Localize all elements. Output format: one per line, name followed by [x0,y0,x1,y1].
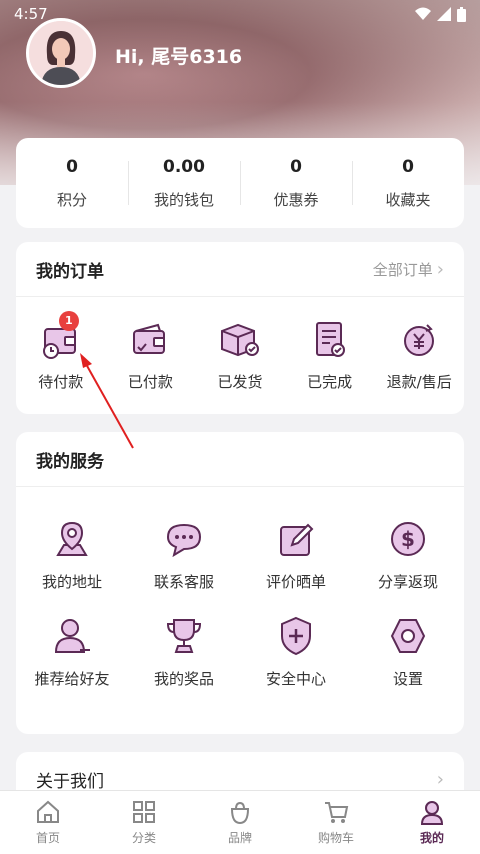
tab-mine[interactable]: 我的 [384,791,480,854]
service-settings[interactable]: 设置 [352,614,464,689]
service-security-center[interactable]: 安全中心 [240,614,352,689]
my-orders-card: 我的订单 全部订单 › 1 待付款 已付款 已发货 已完成 退款/售后 [16,242,464,414]
order-status-label: 已完成 [307,373,353,391]
stat-favorites[interactable]: 0 收藏夹 [352,157,464,210]
orders-header: 我的订单 全部订单 › [16,242,464,297]
all-orders-link[interactable]: 全部订单 › [373,259,444,280]
refund-yen-icon [397,317,441,361]
pending-count-badge: 1 [58,311,79,331]
stat-value: 0 [402,156,414,177]
avatar-illustration [29,21,93,85]
tab-brand[interactable]: 品牌 [192,791,288,854]
order-paid[interactable]: 已付款 [106,317,196,392]
avatar[interactable] [26,18,96,88]
tab-label: 购物车 [317,831,354,845]
cart-icon [325,802,349,823]
service-label: 联系客服 [153,573,214,591]
order-status-label: 已发货 [217,373,263,391]
services-row-1: 我的地址 联系客服 评价晒单 $ 分享返现 [16,487,464,592]
shipped-box-icon [218,317,262,361]
battery-icon [457,6,466,22]
edit-review-icon [274,517,318,561]
account-stats-card: 0 积分 0.00 我的钱包 0 优惠券 0 收藏夹 [16,138,464,228]
order-status-label: 待付款 [38,373,84,391]
stat-value: 0.00 [163,156,205,177]
signal-icon [437,7,451,21]
service-customer-support[interactable]: 联系客服 [128,517,240,592]
user-refer-icon [50,614,94,658]
stat-wallet[interactable]: 0.00 我的钱包 [128,157,240,210]
stat-points[interactable]: 0 积分 [16,157,128,210]
order-status-label: 已付款 [127,373,173,391]
shield-plus-icon [274,614,318,658]
tab-cart[interactable]: 购物车 [288,791,384,854]
service-my-address[interactable]: 我的地址 [16,517,128,592]
tab-label: 分类 [131,831,156,845]
service-share-cashback[interactable]: $ 分享返现 [352,517,464,592]
stat-value: 0 [66,156,78,177]
service-refer-friend[interactable]: 推荐给好友 [16,614,128,689]
order-status-label: 退款/售后 [386,373,452,391]
orders-title: 我的订单 [36,261,104,282]
dollar-coin-icon: $ [386,517,430,561]
stat-label: 我的钱包 [153,190,214,209]
order-pending-payment[interactable]: 1 待付款 [16,311,106,392]
category-grid-icon [133,801,155,823]
services-header: 我的服务 [16,432,464,487]
order-refund-aftersale[interactable]: 退款/售后 [374,317,464,392]
status-time: 4:57 [14,5,48,23]
order-status-row: 1 待付款 已付款 已发货 已完成 退款/售后 [16,297,464,392]
home-icon [37,800,59,823]
stat-coupons[interactable]: 0 优惠券 [240,157,352,210]
tab-label: 我的 [419,831,444,845]
svg-text:$: $ [401,527,415,551]
service-label: 设置 [392,670,423,688]
tab-category[interactable]: 分类 [96,791,192,854]
tab-label: 首页 [35,831,60,845]
tab-home[interactable]: 首页 [0,791,96,854]
chevron-right-icon: › [436,258,444,280]
service-label: 我的奖品 [153,670,214,688]
service-label: 分享返现 [377,573,438,591]
service-label: 安全中心 [265,670,326,688]
order-shipped[interactable]: 已发货 [195,317,285,392]
stat-value: 0 [290,156,302,177]
user-profile-icon [420,801,444,825]
chevron-right-icon: › [436,769,444,790]
order-completed[interactable]: 已完成 [285,317,375,392]
trophy-icon [162,614,206,658]
pending-payment-icon: 1 [39,311,83,361]
wifi-icon [415,7,431,20]
paid-wallet-icon [128,317,172,361]
services-row-2: 推荐给好友 我的奖品 安全中心 设置 [16,592,464,689]
location-pin-icon [50,517,94,561]
stat-label: 积分 [56,190,87,209]
about-label: 关于我们 [36,772,104,792]
tab-label: 品牌 [227,831,252,845]
bottom-tab-bar: 首页 分类 品牌 购物车 我的 [0,790,480,854]
completed-document-icon [308,317,352,361]
stat-label: 优惠券 [273,190,319,209]
all-orders-label: 全部订单 [372,260,433,279]
settings-hexagon-icon [386,614,430,658]
service-label: 推荐给好友 [34,670,110,688]
service-review[interactable]: 评价晒单 [240,517,352,592]
brand-bag-icon [230,801,250,825]
service-label: 我的地址 [41,573,102,591]
chat-bubble-icon [162,517,206,561]
service-label: 评价晒单 [265,573,326,591]
stat-label: 收藏夹 [385,190,431,209]
status-icons [415,6,466,22]
services-title: 我的服务 [36,451,104,472]
my-services-card: 我的服务 我的地址 联系客服 评价晒单 $ 分享返现 推荐给好友 我的奖品 安全… [16,432,464,734]
user-greeting: Hi, 尾号6316 [115,46,243,68]
service-my-prizes[interactable]: 我的奖品 [128,614,240,689]
